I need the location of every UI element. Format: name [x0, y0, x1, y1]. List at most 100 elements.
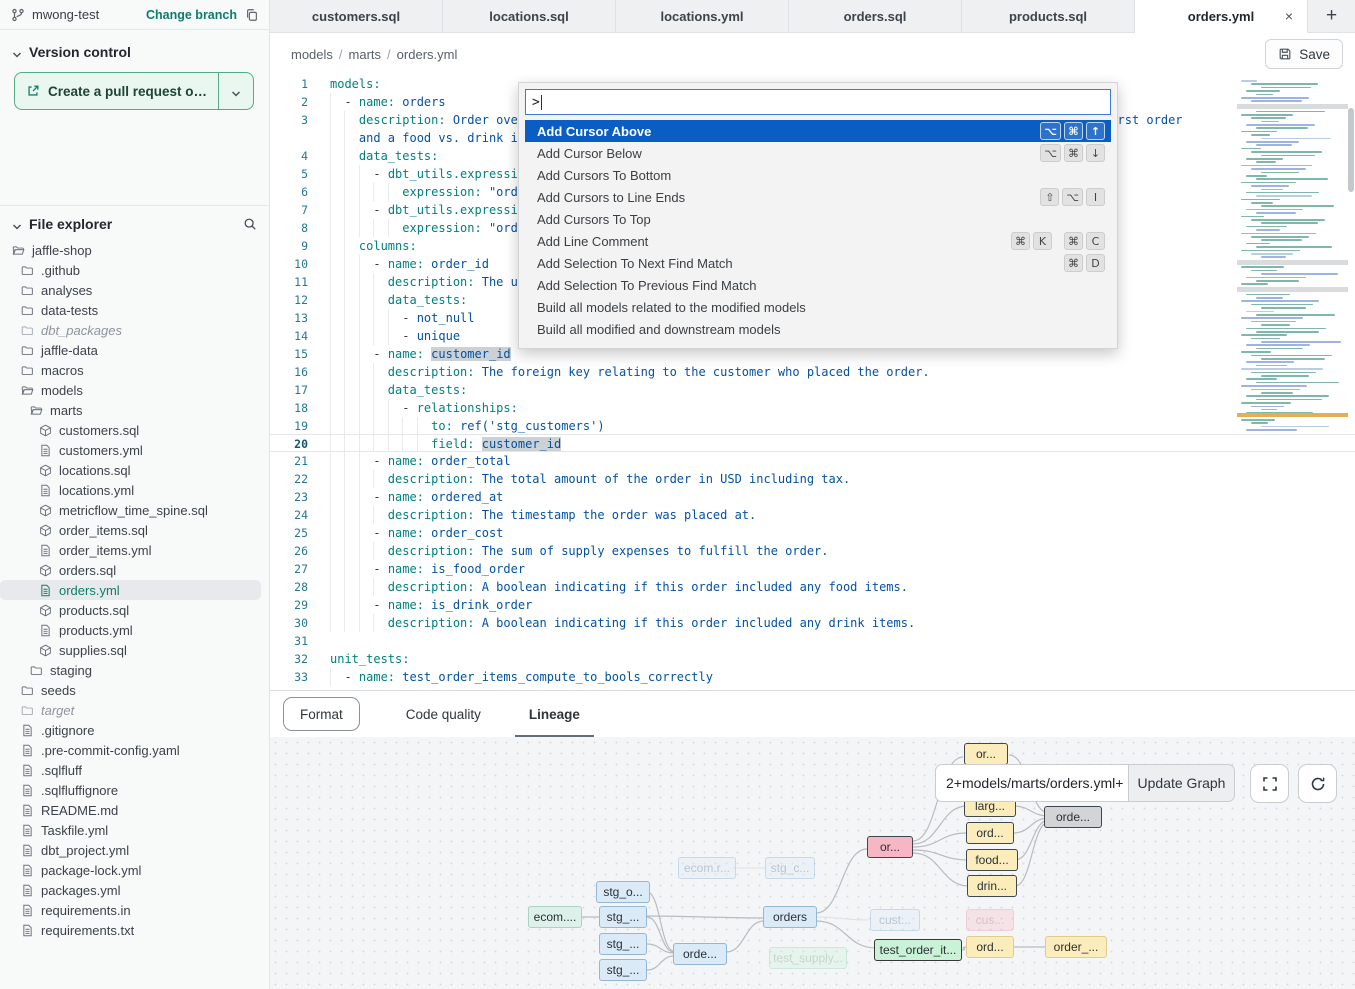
palette-item[interactable]: Add Line Comment⌘K⌘C: [525, 230, 1111, 252]
code-line[interactable]: 26 description: The sum of supply expens…: [270, 542, 1355, 560]
file-tree-item[interactable]: products.yml: [0, 620, 269, 640]
editor-scrollbar[interactable]: [1348, 75, 1354, 690]
lineage-node[interactable]: stg_...: [599, 933, 647, 955]
code-editor[interactable]: 1models:2 - name: orders3 description: O…: [270, 75, 1355, 690]
lineage-selector-input[interactable]: 2+models/marts/orders.yml+: [935, 764, 1128, 802]
editor-tab[interactable]: customers.sql: [270, 0, 443, 32]
file-tree-item[interactable]: data-tests: [0, 300, 269, 320]
lineage-node[interactable]: or...: [867, 836, 913, 858]
lineage-node[interactable]: ecom.r...: [678, 857, 736, 879]
new-tab-button[interactable]: +: [1308, 0, 1355, 32]
file-tree-item[interactable]: .pre-commit-config.yaml: [0, 740, 269, 760]
file-tree-item[interactable]: order_items.sql: [0, 520, 269, 540]
lineage-node[interactable]: ord...: [966, 822, 1014, 844]
breadcrumb-part[interactable]: marts: [349, 47, 382, 62]
code-line[interactable]: 19 to: ref('stg_customers'): [270, 417, 1355, 435]
palette-item[interactable]: Add Selection To Next Find Match⌘D: [525, 252, 1111, 274]
file-tree-item[interactable]: package-lock.yml: [0, 860, 269, 880]
line-number[interactable]: 18: [270, 399, 308, 417]
panel-tab-code-quality[interactable]: Code quality: [404, 691, 483, 738]
line-number[interactable]: 15: [270, 345, 308, 363]
file-tree-item[interactable]: models: [0, 380, 269, 400]
line-number[interactable]: 10: [270, 255, 308, 273]
close-icon[interactable]: ×: [1285, 8, 1293, 24]
editor-tab[interactable]: orders.yml×: [1135, 0, 1308, 33]
minimap[interactable]: [1237, 80, 1348, 460]
line-number[interactable]: 8: [270, 219, 308, 237]
lineage-node[interactable]: orders: [763, 906, 817, 928]
line-number[interactable]: 17: [270, 381, 308, 399]
line-number[interactable]: 14: [270, 327, 308, 345]
line-number[interactable]: 30: [270, 614, 308, 632]
code-line[interactable]: 16 description: The foreign key relating…: [270, 363, 1355, 381]
file-tree-item[interactable]: Taskfile.yml: [0, 820, 269, 840]
line-number[interactable]: 28: [270, 578, 308, 596]
lineage-node[interactable]: test_order_it...: [874, 939, 962, 961]
line-number[interactable]: 19: [270, 417, 308, 435]
lineage-node[interactable]: cust...: [870, 909, 920, 931]
code-line[interactable]: 25 - name: order_cost: [270, 524, 1355, 542]
file-tree-item[interactable]: locations.yml: [0, 480, 269, 500]
file-tree-item[interactable]: seeds: [0, 680, 269, 700]
line-number[interactable]: [270, 129, 308, 147]
code-line[interactable]: 31: [270, 632, 1355, 650]
palette-item[interactable]: Add Cursors To Bottom: [525, 164, 1111, 186]
create-pr-dropdown[interactable]: [218, 73, 253, 109]
editor-tab[interactable]: locations.sql: [443, 0, 616, 32]
line-number[interactable]: 9: [270, 237, 308, 255]
line-number[interactable]: 6: [270, 183, 308, 201]
line-number[interactable]: 5: [270, 165, 308, 183]
file-tree-item[interactable]: .sqlfluffignore: [0, 780, 269, 800]
line-number[interactable]: 32: [270, 650, 308, 668]
palette-item[interactable]: Add Selection To Previous Find Match: [525, 274, 1111, 296]
line-number[interactable]: 31: [270, 632, 308, 650]
editor-tab[interactable]: orders.sql: [789, 0, 962, 32]
palette-item[interactable]: Build all models related to the modified…: [525, 296, 1111, 318]
file-tree-item[interactable]: orders.sql: [0, 560, 269, 580]
version-control-header[interactable]: Version control: [0, 30, 269, 70]
palette-item[interactable]: Build all modified and downstream models: [525, 318, 1111, 340]
file-tree-item[interactable]: analyses: [0, 280, 269, 300]
line-number[interactable]: 11: [270, 273, 308, 291]
file-tree-item[interactable]: target: [0, 700, 269, 720]
panel-tab-lineage[interactable]: Lineage: [527, 691, 582, 738]
file-tree-item[interactable]: order_items.yml: [0, 540, 269, 560]
create-pr-main[interactable]: Create a pull request on Git...: [15, 73, 218, 109]
line-number[interactable]: 3: [270, 111, 308, 129]
file-tree-item[interactable]: requirements.txt: [0, 920, 269, 940]
palette-item[interactable]: Add Cursor Below⌥⌘↓: [525, 142, 1111, 164]
change-branch-link[interactable]: Change branch: [146, 8, 237, 22]
palette-item[interactable]: Add Cursors to Line Ends⇧⌥I: [525, 186, 1111, 208]
code-line[interactable]: 32unit_tests:: [270, 650, 1355, 668]
lineage-node[interactable]: food...: [966, 849, 1018, 871]
line-number[interactable]: 22: [270, 470, 308, 488]
file-tree-item[interactable]: orders.yml: [0, 580, 261, 600]
code-line[interactable]: 20 field: customer_id: [270, 434, 1355, 452]
palette-item[interactable]: Add Cursors To Top: [525, 208, 1111, 230]
code-line[interactable]: 23 - name: ordered_at: [270, 488, 1355, 506]
lineage-node[interactable]: orde...: [1044, 806, 1102, 828]
lineage-node[interactable]: ecom....: [528, 906, 582, 928]
file-tree-item[interactable]: jaffle-shop: [0, 240, 269, 260]
line-number[interactable]: 2: [270, 93, 308, 111]
refresh-button[interactable]: [1298, 764, 1337, 803]
lineage-node[interactable]: stg_...: [599, 959, 647, 981]
editor-tab[interactable]: products.sql: [962, 0, 1135, 32]
lineage-node[interactable]: or...: [964, 743, 1008, 765]
code-line[interactable]: 21 - name: order_total: [270, 452, 1355, 470]
file-tree-item[interactable]: staging: [0, 660, 269, 680]
fullscreen-button[interactable]: [1250, 764, 1289, 803]
file-tree-item[interactable]: .gitignore: [0, 720, 269, 740]
command-palette-input[interactable]: >: [525, 89, 1111, 115]
line-number[interactable]: 21: [270, 452, 308, 470]
line-number[interactable]: 16: [270, 363, 308, 381]
copy-icon[interactable]: [244, 7, 259, 22]
lineage-node[interactable]: cus...: [966, 909, 1014, 931]
palette-item[interactable]: Add Cursor Above⌥⌘↑: [525, 120, 1111, 142]
format-button[interactable]: Format: [283, 697, 360, 731]
line-number[interactable]: 29: [270, 596, 308, 614]
file-tree-item[interactable]: metricflow_time_spine.sql: [0, 500, 269, 520]
breadcrumb-part[interactable]: orders.yml: [397, 47, 458, 62]
file-tree-item[interactable]: README.md: [0, 800, 269, 820]
line-number[interactable]: 27: [270, 560, 308, 578]
